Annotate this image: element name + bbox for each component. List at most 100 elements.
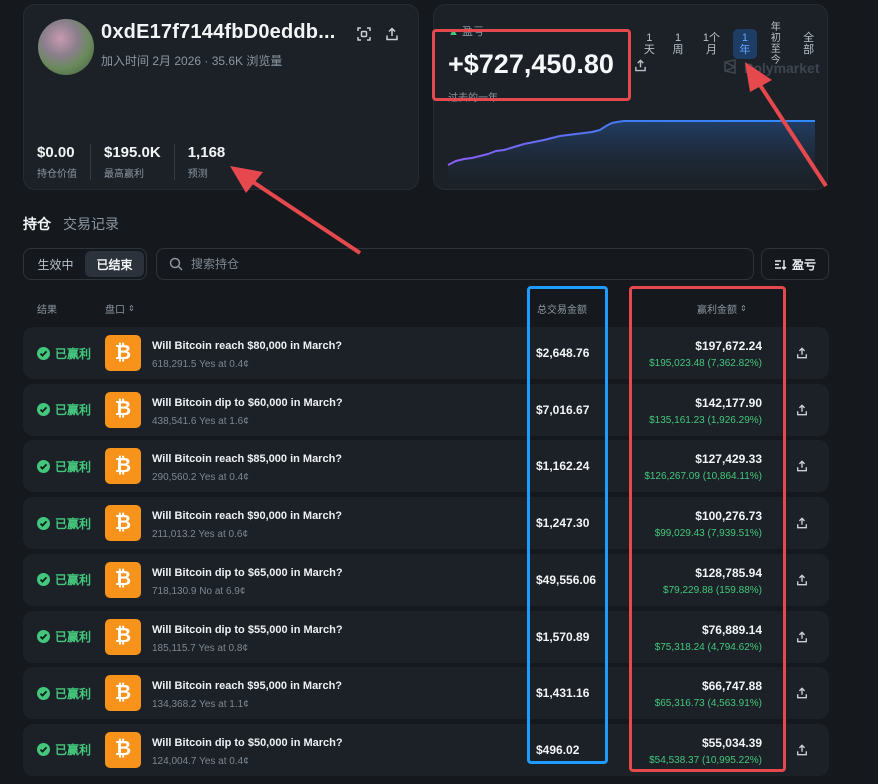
polymarket-logo: Polymarket [723, 59, 819, 77]
market-title[interactable]: Will Bitcoin reach $95,000 in March? [152, 680, 342, 692]
pnl-period: 过去的一年 [448, 93, 498, 104]
pnl-chart [447, 120, 815, 189]
check-icon [37, 403, 50, 417]
share-icon[interactable] [793, 628, 811, 646]
status-label: 已赢利 [55, 403, 92, 418]
market-position: 718,130.9 No at 6.9¢ [152, 585, 246, 597]
market-title[interactable]: Will Bitcoin dip to $50,000 in March? [152, 737, 343, 749]
market-position: 124,004.7 Yes at 0.4¢ [152, 755, 249, 767]
market-position: 134,368.2 Yes at 1.1¢ [152, 699, 249, 711]
pnl-label-text: 盈亏 [461, 26, 484, 38]
sort-icon [774, 258, 787, 271]
sort-label: 盈亏 [791, 257, 816, 272]
table-row[interactable]: 已赢利 ₿ Will Bitcoin reach $85,000 in Marc… [23, 440, 829, 493]
range-all[interactable]: 全部 [794, 29, 823, 59]
total-traded: $2,648.76 [536, 346, 590, 360]
status-label: 已赢利 [55, 630, 92, 644]
pnl-card: ▲ 盈亏 +$727,450.80 过去的一年 1天 1周 1个月 1年 年初至… [433, 4, 828, 190]
search-input[interactable] [191, 257, 691, 271]
wallet-address: 0xdE17f7144fbD0eddb... [101, 21, 336, 43]
col-profit[interactable]: 赢利金额 ⇕ [697, 301, 747, 316]
share-icon[interactable] [793, 514, 811, 532]
share-icon[interactable] [382, 24, 402, 44]
col-market[interactable]: 盘口 ⇕ [105, 301, 135, 316]
total-traded: $1,247.30 [536, 516, 590, 531]
bitcoin-icon: ₿ [105, 618, 141, 655]
total-traded: $1,570.89 [536, 629, 590, 644]
arrow-to-predictions [248, 178, 362, 255]
sort-button[interactable]: 盈亏 [761, 248, 829, 280]
profit-detail: $195,023.48 (7,362.82%) [649, 358, 762, 369]
range-1m[interactable]: 1个月 [694, 29, 728, 59]
profile-card: 0xdE17f7144fbD0eddb... 加入时间 2月 2026 · 35… [23, 4, 419, 190]
status-label: 已赢利 [55, 686, 92, 701]
share-icon[interactable] [793, 344, 811, 362]
range-1w[interactable]: 1周 [666, 29, 691, 59]
share-icon[interactable] [793, 401, 811, 419]
status-label: 已赢利 [55, 516, 92, 531]
total-traded: $7,016.67 [536, 402, 590, 417]
share-icon[interactable] [793, 684, 811, 702]
segment-active[interactable]: 生效中 [26, 251, 85, 277]
profit-amount: $197,672.24 [695, 339, 762, 353]
status-badge: 已赢利 [37, 667, 91, 719]
col-traded[interactable]: 总交易金额 [537, 301, 587, 316]
bitcoin-icon: ₿ [105, 335, 141, 371]
market-title[interactable]: Will Bitcoin reach $85,000 in March? [152, 453, 342, 465]
profit-amount: $76,889.14 [701, 622, 762, 637]
table-row[interactable]: 已赢利 ₿ Will Bitcoin dip to $50,000 in Mar… [23, 723, 829, 776]
status-badge: 已赢利 [37, 497, 91, 549]
table-row[interactable]: 已赢利 ₿ Will Bitcoin dip to $60,000 in Mar… [23, 383, 829, 436]
stat-value: 1,168 [187, 144, 226, 161]
tab-activity[interactable]: 交易记录 [63, 214, 119, 234]
profit-detail: $135,161.23 (1,926.29%) [649, 414, 762, 426]
table-row[interactable]: 已赢利 ₿ Will Bitcoin reach $80,000 in Marc… [23, 327, 829, 379]
bitcoin-icon: ₿ [105, 731, 141, 768]
tab-positions[interactable]: 持仓 [23, 214, 51, 234]
share-icon[interactable] [793, 741, 811, 759]
table-row[interactable]: 已赢利 ₿ Will Bitcoin dip to $55,000 in Mar… [23, 610, 829, 663]
pnl-area [448, 121, 815, 189]
market-title[interactable]: Will Bitcoin dip to $65,000 in March? [152, 567, 343, 579]
market-title[interactable]: Will Bitcoin dip to $60,000 in March? [152, 397, 343, 409]
profit-detail: $65,316.73 (4,563.91%) [654, 698, 762, 710]
market-title[interactable]: Will Bitcoin reach $90,000 in March? [152, 510, 342, 522]
share-icon[interactable] [793, 571, 811, 589]
bitcoin-icon: ₿ [105, 448, 141, 485]
range-1d[interactable]: 1天 [637, 29, 662, 59]
total-traded: $49,556.06 [536, 572, 597, 587]
check-icon [37, 743, 50, 757]
total-traded: $1,162.24 [536, 459, 590, 474]
stat-biggest-win: $195.0K 最高赢利 [104, 144, 175, 180]
share-icon[interactable] [793, 457, 811, 475]
avatar [38, 19, 94, 75]
brand-text: Polymarket [744, 60, 820, 76]
profit-amount: $55,034.39 [701, 735, 762, 750]
stat-label: 持仓价值 [37, 169, 77, 180]
status-label: 已赢利 [55, 743, 92, 758]
range-1y[interactable]: 1年 [732, 28, 758, 60]
check-icon [37, 516, 50, 530]
market-title[interactable]: Will Bitcoin dip to $55,000 in March? [152, 624, 343, 636]
col-market-label: 盘口 [105, 305, 125, 316]
stat-value: $0.00 [37, 144, 75, 161]
profit-detail: $79,229.88 (159.88%) [663, 584, 762, 596]
table-row[interactable]: 已赢利 ₿ Will Bitcoin reach $90,000 in Marc… [23, 497, 829, 550]
qr-scan-icon[interactable] [354, 24, 374, 44]
market-position: 211,013.2 Yes at 0.6¢ [152, 529, 249, 541]
bitcoin-icon: ₿ [105, 561, 141, 598]
table-row[interactable]: 已赢利 ₿ Will Bitcoin dip to $65,000 in Mar… [23, 553, 829, 606]
segment-closed[interactable]: 已结束 [85, 251, 144, 277]
status-label: 已赢利 [55, 573, 92, 588]
check-icon [37, 630, 50, 643]
profit-amount: $142,177.90 [695, 395, 762, 410]
market-title[interactable]: Will Bitcoin reach $80,000 in March? [152, 340, 342, 352]
profit-detail: $99,029.43 (7,939.51%) [654, 528, 762, 540]
profit-amount: $100,276.73 [695, 509, 762, 524]
table-row[interactable]: 已赢利 ₿ Will Bitcoin reach $95,000 in Marc… [23, 667, 829, 720]
sort-arrows-icon: ⇕ [128, 304, 135, 313]
stat-label: 预测 [187, 169, 208, 180]
profit-amount: $127,429.33 [695, 452, 762, 467]
pnl-up-icon: ▲ [448, 26, 459, 38]
bitcoin-icon: ₿ [105, 391, 141, 428]
